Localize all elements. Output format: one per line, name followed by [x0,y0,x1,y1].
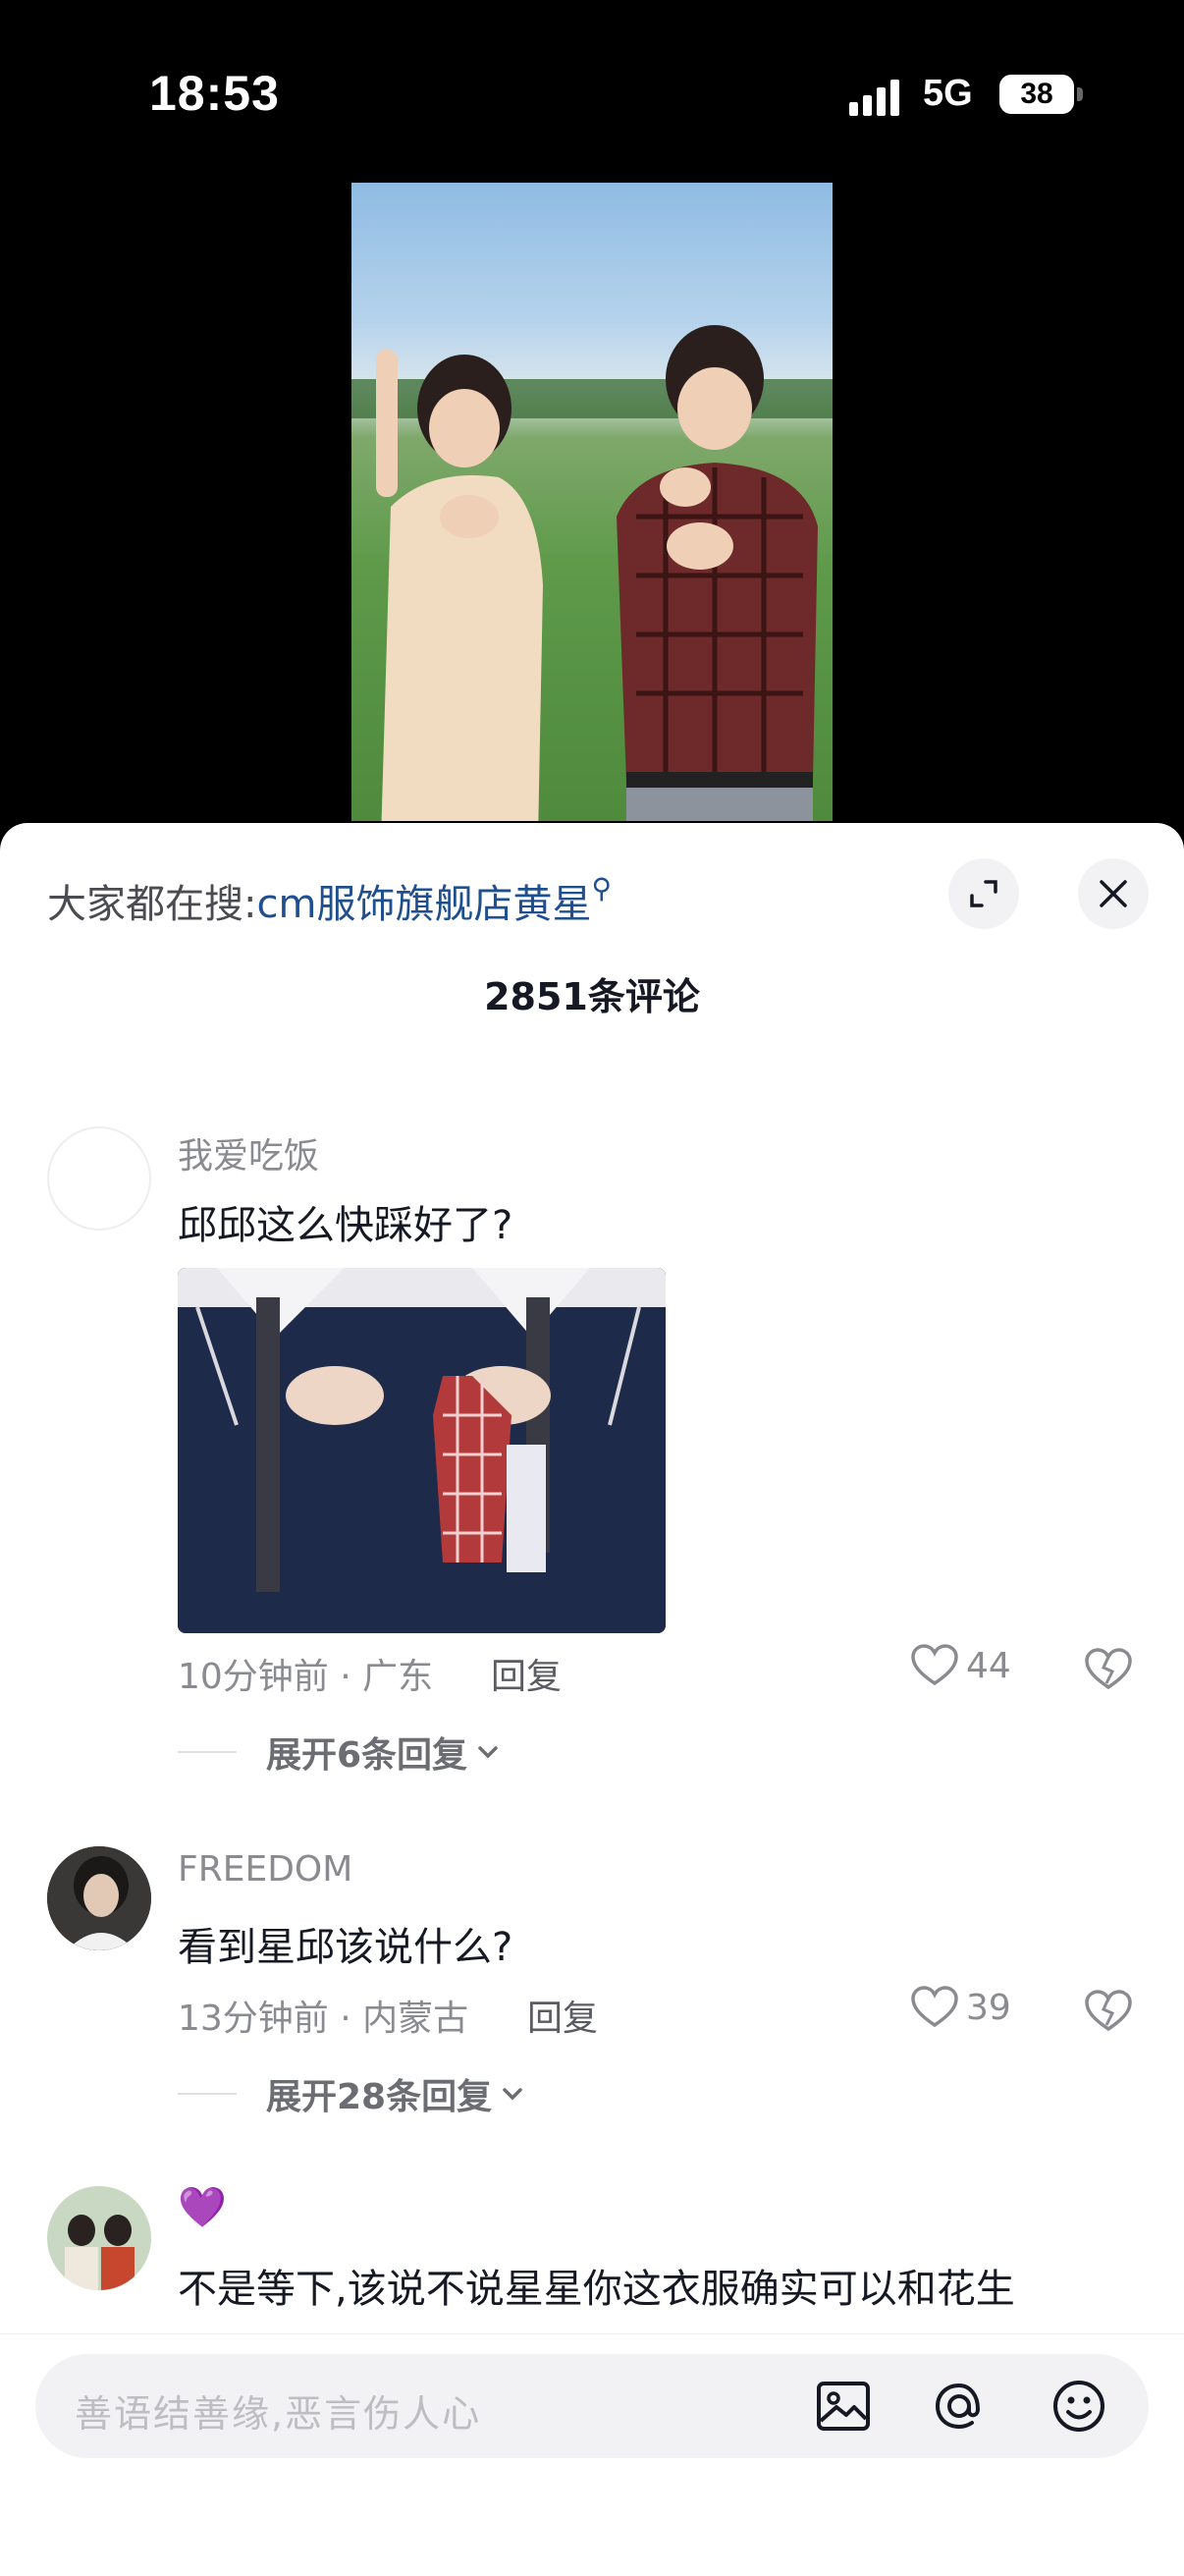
trending-search-keyword[interactable]: cm服饰旗舰店黄星 [256,882,591,927]
divider [178,1751,237,1753]
comment-input-placeholder: 善语结善缘,恶言伤人心 [75,2392,482,2436]
close-button[interactable] [1078,858,1149,929]
network-label: 5G [923,73,973,114]
expand-button[interactable] [948,858,1019,929]
expand-replies-button[interactable]: 展开28条回复 [178,2068,527,2119]
image-icon[interactable] [811,2374,876,2439]
trending-search[interactable]: 大家都在搜:cm服饰旗舰店黄星⚲ [47,872,612,929]
signal-icon [849,80,899,116]
video-person-right [617,325,818,821]
comment-username: 💜 [178,2185,227,2230]
avatar-image [47,1846,151,1950]
comment-input[interactable]: 善语结善缘,恶言伤人心 [35,2354,1149,2458]
avatar[interactable] [47,2186,151,2290]
emoji-icon[interactable] [1047,2374,1111,2439]
reply-button[interactable]: 回复 [491,1648,562,1699]
battery-tip [1077,87,1083,101]
heart-icon [911,1986,958,2028]
avatar-image [47,2186,151,2290]
search-icon: ⚲ [591,872,612,904]
like-button[interactable]: 44 [911,1644,1011,1687]
chevron-down-icon [503,2088,522,2101]
chevron-down-icon [478,1746,498,1759]
like-count: 39 [966,1987,1011,2028]
expand-replies-button[interactable]: 展开6条回复 [178,1726,503,1778]
comment-meta: 10分钟前 · 广东 [178,1657,434,1697]
like-count: 44 [966,1645,1011,1686]
comment-image[interactable] [178,1268,666,1633]
comment-photo [178,1268,666,1633]
expand-icon [970,880,997,907]
status-time: 18:53 [149,66,280,121]
comment-text: 看到星邱该说什么? [178,1925,513,1970]
comment-username[interactable]: 我爱吃饭 [178,1127,319,1178]
avatar[interactable] [47,1126,151,1231]
reply-button[interactable]: 回复 [527,1990,598,2041]
comment-meta: 13分钟前 · 内蒙古 [178,1999,469,2039]
comment-text: 不是等下,该说不说星星你这衣服确实可以和花生 [178,2267,1015,2312]
expand-replies-label: 展开6条回复 [266,1735,468,1776]
like-button[interactable]: 39 [911,1986,1011,2029]
battery-indicator: 38 [999,75,1074,114]
comment-count: 2851条评论 [484,975,700,1018]
close-icon [1100,880,1127,907]
broken-heart-icon[interactable] [1085,1990,1132,2033]
comment-username[interactable]: FREEDOM [178,1849,352,1890]
comment-sheet: 大家都在搜:cm服饰旗舰店黄星⚲ 2851条评论 我爱吃饭 邱邱这么快踩好了? [0,823,1184,2575]
video-person-left [376,350,543,821]
divider [178,2093,237,2095]
comment-text: 邱邱这么快踩好了? [178,1203,513,1248]
status-bar: 18:53 5G 38 [0,0,1184,187]
broken-heart-icon[interactable] [1085,1648,1132,1691]
heart-icon [911,1644,958,1686]
expand-replies-label: 展开28条回复 [266,2077,493,2117]
trending-search-prefix: 大家都在搜: [47,882,257,927]
comment-input-bar: 善语结善缘,恶言伤人心 [0,2333,1184,2576]
avatar[interactable] [47,1846,151,1950]
video-player[interactable] [351,183,833,821]
at-icon[interactable] [927,2374,992,2439]
